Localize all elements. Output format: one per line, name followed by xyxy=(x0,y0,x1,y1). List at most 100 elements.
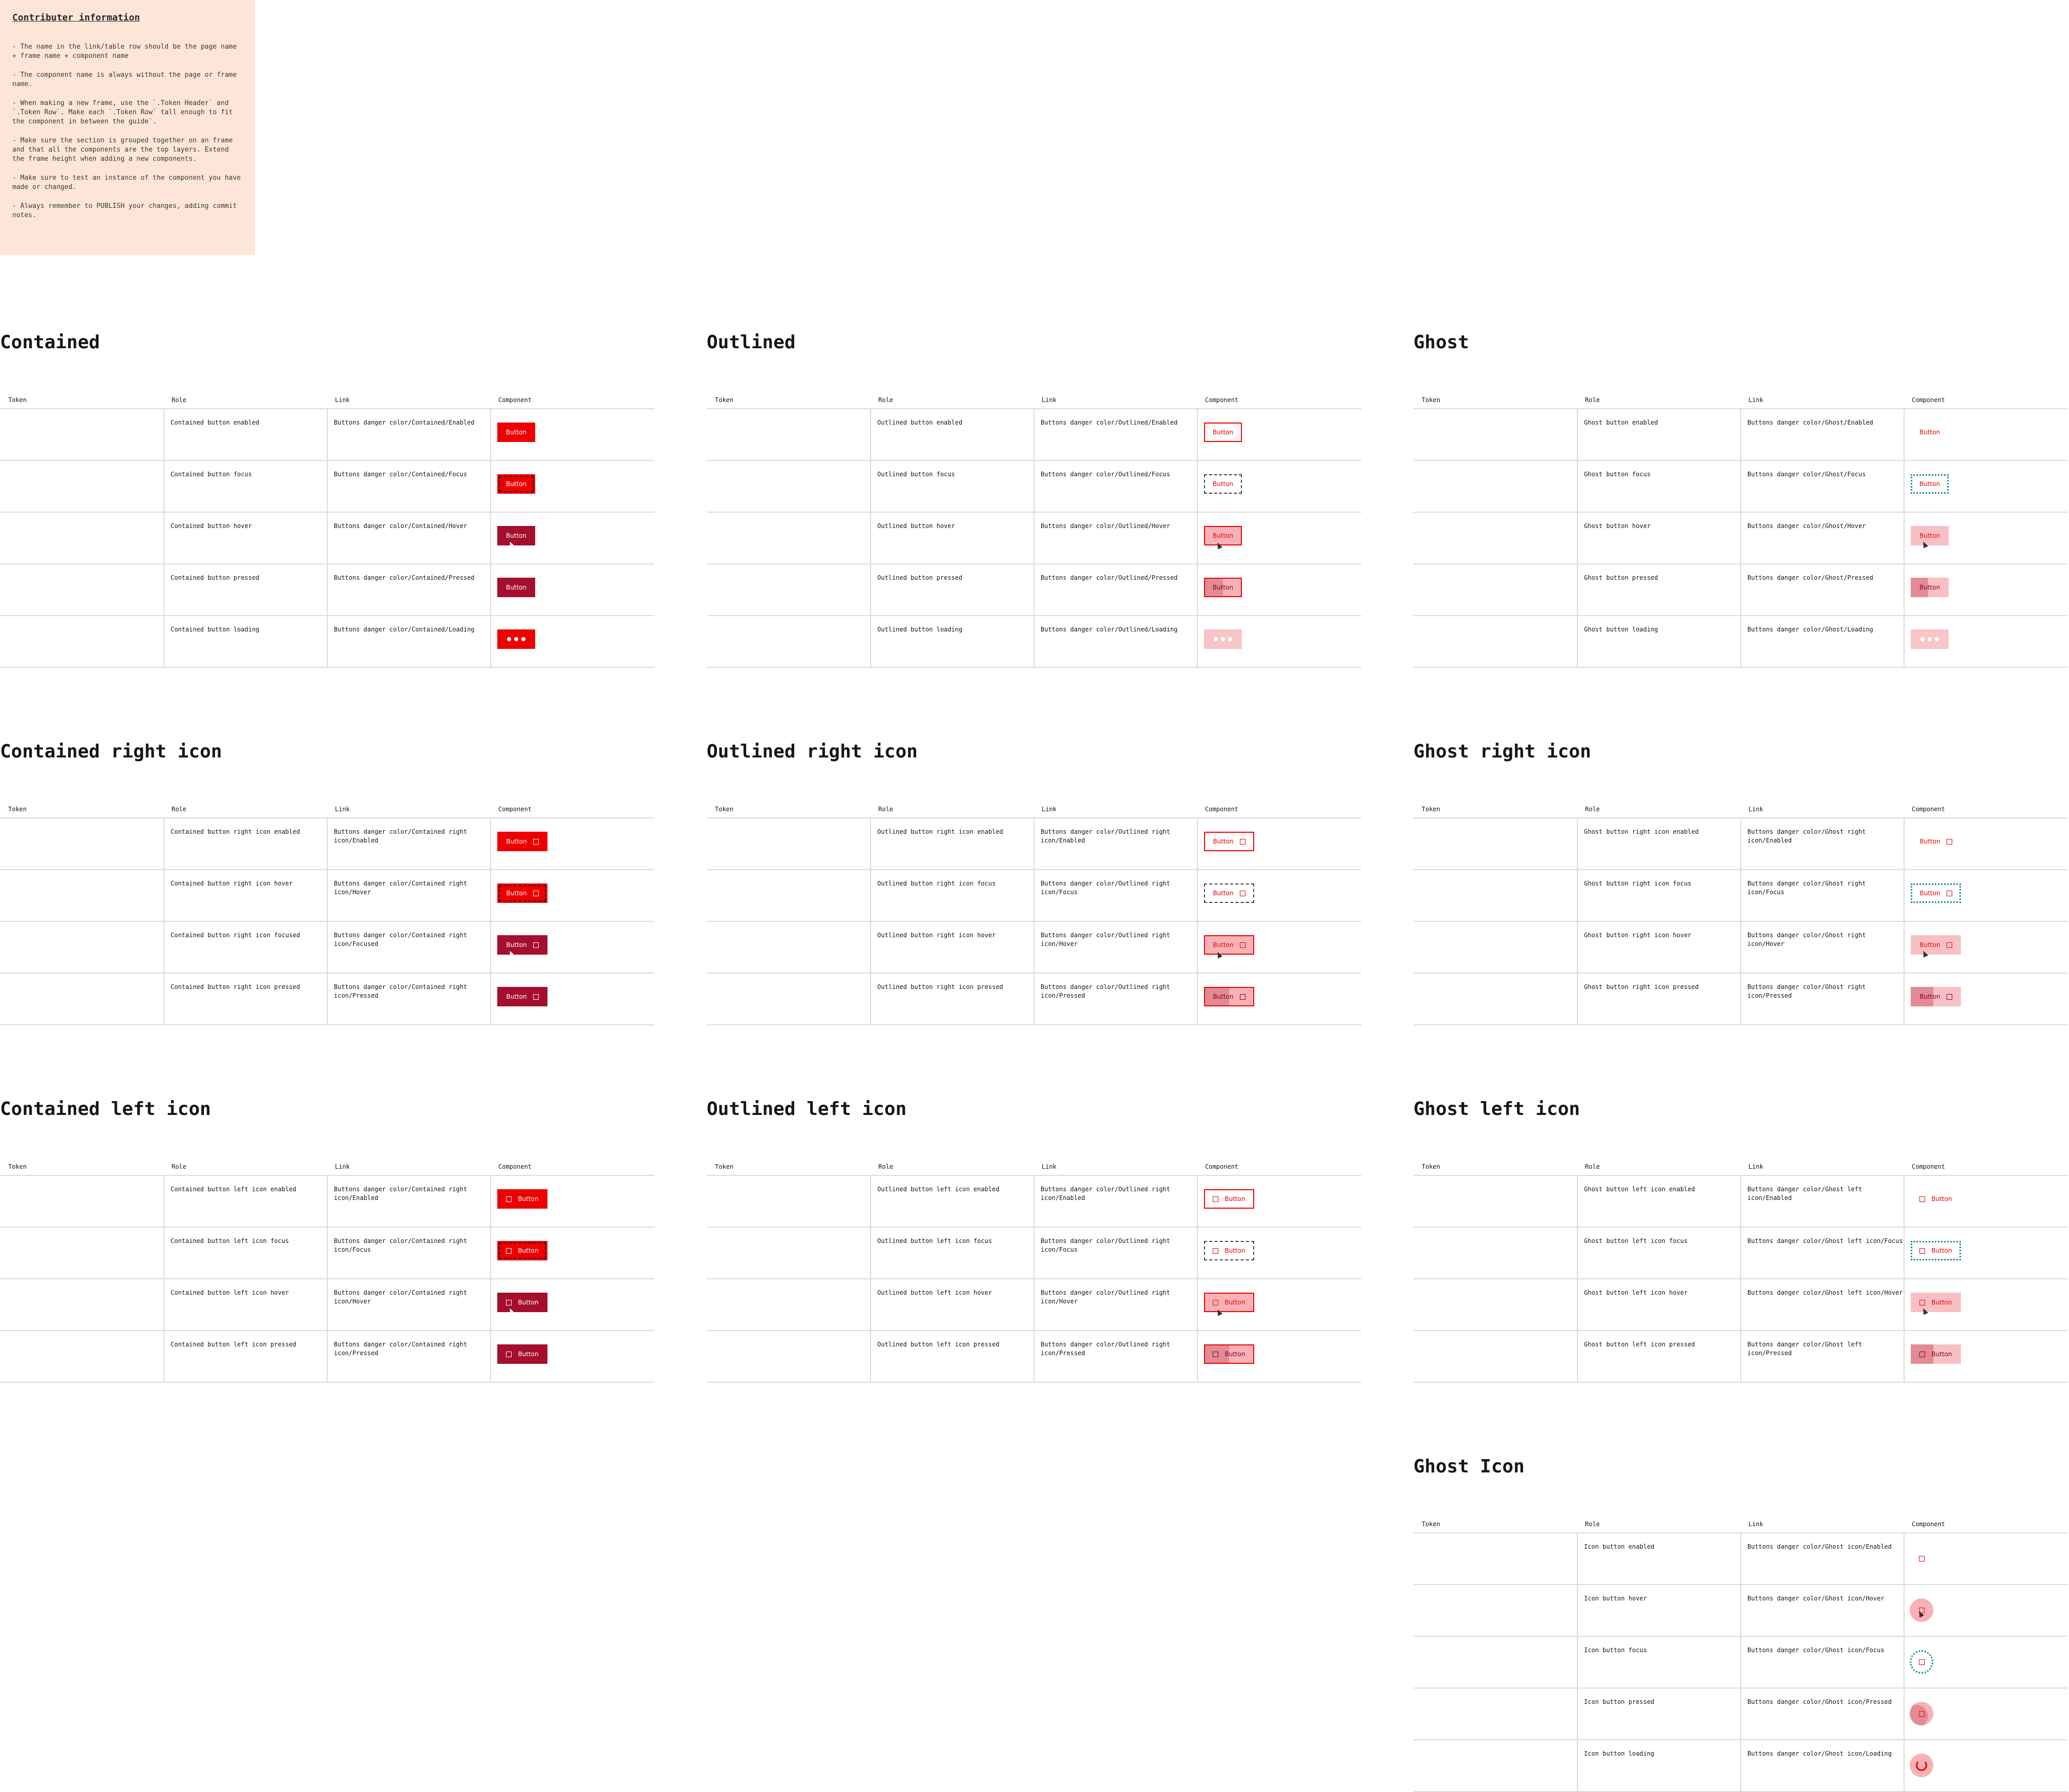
component-cell: Button xyxy=(1197,922,1361,973)
header-role: Role xyxy=(172,396,186,404)
square-icon xyxy=(1946,890,1952,896)
ghost-button-focus[interactable]: Button xyxy=(1911,1241,1961,1260)
outlined-button-pressed[interactable]: Button xyxy=(1204,1344,1254,1364)
token-cell xyxy=(707,1228,870,1278)
token-cell xyxy=(1413,974,1577,1024)
outlined-button-hover[interactable]: Button xyxy=(1204,935,1254,959)
contained-button-hover[interactable]: Button xyxy=(497,1293,547,1315)
button-label: Button xyxy=(1213,941,1234,948)
role-cell: Outlined button enabled xyxy=(870,409,1033,460)
role-cell: Contained button right icon enabled xyxy=(163,818,327,869)
ghost-button-enabled[interactable]: Button xyxy=(1911,1189,1961,1209)
ghost-button-pressed[interactable]: Button xyxy=(1911,1344,1961,1364)
contained-button-pressed[interactable]: Button xyxy=(497,987,547,1006)
ghost-button-hover[interactable]: Button xyxy=(1911,1293,1961,1315)
contained-button-focus[interactable]: Button xyxy=(497,1241,547,1260)
link-cell: Buttons danger color/Contained right ico… xyxy=(327,1279,490,1330)
button-label: Button xyxy=(1919,480,1940,488)
contained-button-enabled[interactable]: Button xyxy=(497,1189,547,1209)
contained-button-pressed[interactable]: Button xyxy=(497,1344,547,1364)
token-row: Outlined button enabled Buttons danger co… xyxy=(707,409,1361,461)
outlined-button-pressed[interactable]: Button xyxy=(1204,578,1242,597)
token-row: Outlined button left icon hover Buttons d… xyxy=(707,1279,1361,1331)
token-row: Contained button left icon hover Buttons … xyxy=(0,1279,655,1331)
role-cell: Ghost button right icon enabled xyxy=(1577,818,1740,869)
square-icon xyxy=(1239,994,1245,1000)
token-cell xyxy=(707,974,870,1024)
button-label: Button xyxy=(1213,993,1234,1000)
header-component: Component xyxy=(1912,806,1946,813)
ghost-button-enabled[interactable]: Button xyxy=(1911,423,1949,442)
token-row: Contained button loading Buttons danger c… xyxy=(0,616,655,668)
link-cell: Buttons danger color/Ghost icon/Enabled xyxy=(1740,1533,1904,1584)
section-title: Ghost right icon xyxy=(1413,741,1591,762)
header-link: Link xyxy=(1042,396,1057,404)
outlined-button-focus[interactable]: Button xyxy=(1204,883,1254,903)
outlined-button-enabled[interactable]: Button xyxy=(1204,832,1254,851)
component-cell xyxy=(1904,1689,2068,1739)
role-cell: Contained button left icon pressed xyxy=(163,1331,327,1382)
section-title: Outlined xyxy=(707,332,796,353)
square-icon xyxy=(506,1196,512,1202)
contained-button-focus[interactable]: Button xyxy=(497,474,535,494)
ghost-button-loading[interactable] xyxy=(1911,629,1949,649)
component-cell: Button xyxy=(490,1279,655,1330)
link-cell: Buttons danger color/Contained right ico… xyxy=(327,974,490,1024)
contained-button-loading[interactable] xyxy=(497,629,535,649)
square-icon xyxy=(506,1299,512,1305)
outlined-button-hover[interactable]: Button xyxy=(1204,526,1242,550)
contained-button-enabled[interactable]: Button xyxy=(497,423,535,442)
ghost-button-focus[interactable]: Button xyxy=(1911,883,1961,903)
section-title: Contained right icon xyxy=(0,741,222,762)
outlined-button-loading[interactable] xyxy=(1204,629,1242,649)
token-cell xyxy=(1413,1689,1577,1739)
icon-button-focus[interactable] xyxy=(1910,1650,1933,1674)
outlined-button-enabled[interactable]: Button xyxy=(1204,423,1242,442)
square-icon xyxy=(1919,1351,1926,1357)
contained-button-focus[interactable]: Button xyxy=(497,883,547,903)
outlined-button-enabled[interactable]: Button xyxy=(1204,1189,1254,1209)
outlined-button-focus[interactable]: Button xyxy=(1204,474,1242,494)
ghost-button-pressed[interactable]: Button xyxy=(1911,987,1961,1006)
outlined-button-pressed[interactable]: Button xyxy=(1204,987,1254,1006)
button-label: Button xyxy=(518,1247,539,1254)
contained-button-pressed[interactable]: Button xyxy=(497,578,535,597)
link-cell: Buttons danger color/Ghost/Loading xyxy=(1740,616,1904,667)
token-cell xyxy=(0,1228,163,1278)
role-cell: Contained button focus xyxy=(163,461,327,512)
link-cell: Buttons danger color/Outlined right icon… xyxy=(1033,1176,1197,1227)
component-cell: Button xyxy=(1904,1228,2068,1278)
outlined-button-hover[interactable]: Button xyxy=(1204,1293,1254,1316)
square-icon xyxy=(533,942,539,948)
token-cell xyxy=(0,564,163,615)
ghost-button-enabled[interactable]: Button xyxy=(1911,832,1961,851)
token-row: Contained button left icon pressed Button… xyxy=(0,1331,655,1383)
square-icon xyxy=(1239,838,1245,845)
component-cell: Button xyxy=(1904,409,2068,460)
icon-button-hover[interactable] xyxy=(1910,1598,1933,1622)
role-cell: Ghost button right icon pressed xyxy=(1577,974,1740,1024)
icon-button-pressed[interactable] xyxy=(1910,1702,1933,1725)
contained-button-enabled[interactable]: Button xyxy=(497,832,547,851)
header-role: Role xyxy=(878,806,893,813)
token-header: Token Role Link Component xyxy=(0,1163,655,1176)
contained-button-hover[interactable]: Button xyxy=(497,935,547,958)
role-cell: Ghost button right icon hover xyxy=(1577,922,1740,973)
link-cell: Buttons danger color/Ghost icon/Hover xyxy=(1740,1585,1904,1636)
contained-button-hover[interactable]: Button xyxy=(497,526,535,549)
icon-button-loading[interactable] xyxy=(1910,1754,1933,1777)
contributor-info-title: Contributer information xyxy=(12,12,140,23)
link-cell: Buttons danger color/Contained/Loading xyxy=(327,616,490,667)
token-row: Contained button focus Buttons danger col… xyxy=(0,461,655,513)
loading-dots-icon xyxy=(1920,637,1939,641)
component-cell: Button xyxy=(1197,818,1361,869)
token-row: Outlined button right icon hover Buttons … xyxy=(707,922,1361,974)
icon-button-enabled[interactable] xyxy=(1910,1547,1933,1570)
ghost-button-hover[interactable]: Button xyxy=(1911,935,1961,958)
outlined-button-focus[interactable]: Button xyxy=(1204,1241,1254,1260)
loading-dots-icon xyxy=(1214,637,1232,641)
token-cell xyxy=(707,1279,870,1330)
ghost-button-focus[interactable]: Button xyxy=(1911,474,1949,494)
ghost-button-hover[interactable]: Button xyxy=(1911,526,1949,549)
ghost-button-pressed[interactable]: Button xyxy=(1911,578,1949,597)
